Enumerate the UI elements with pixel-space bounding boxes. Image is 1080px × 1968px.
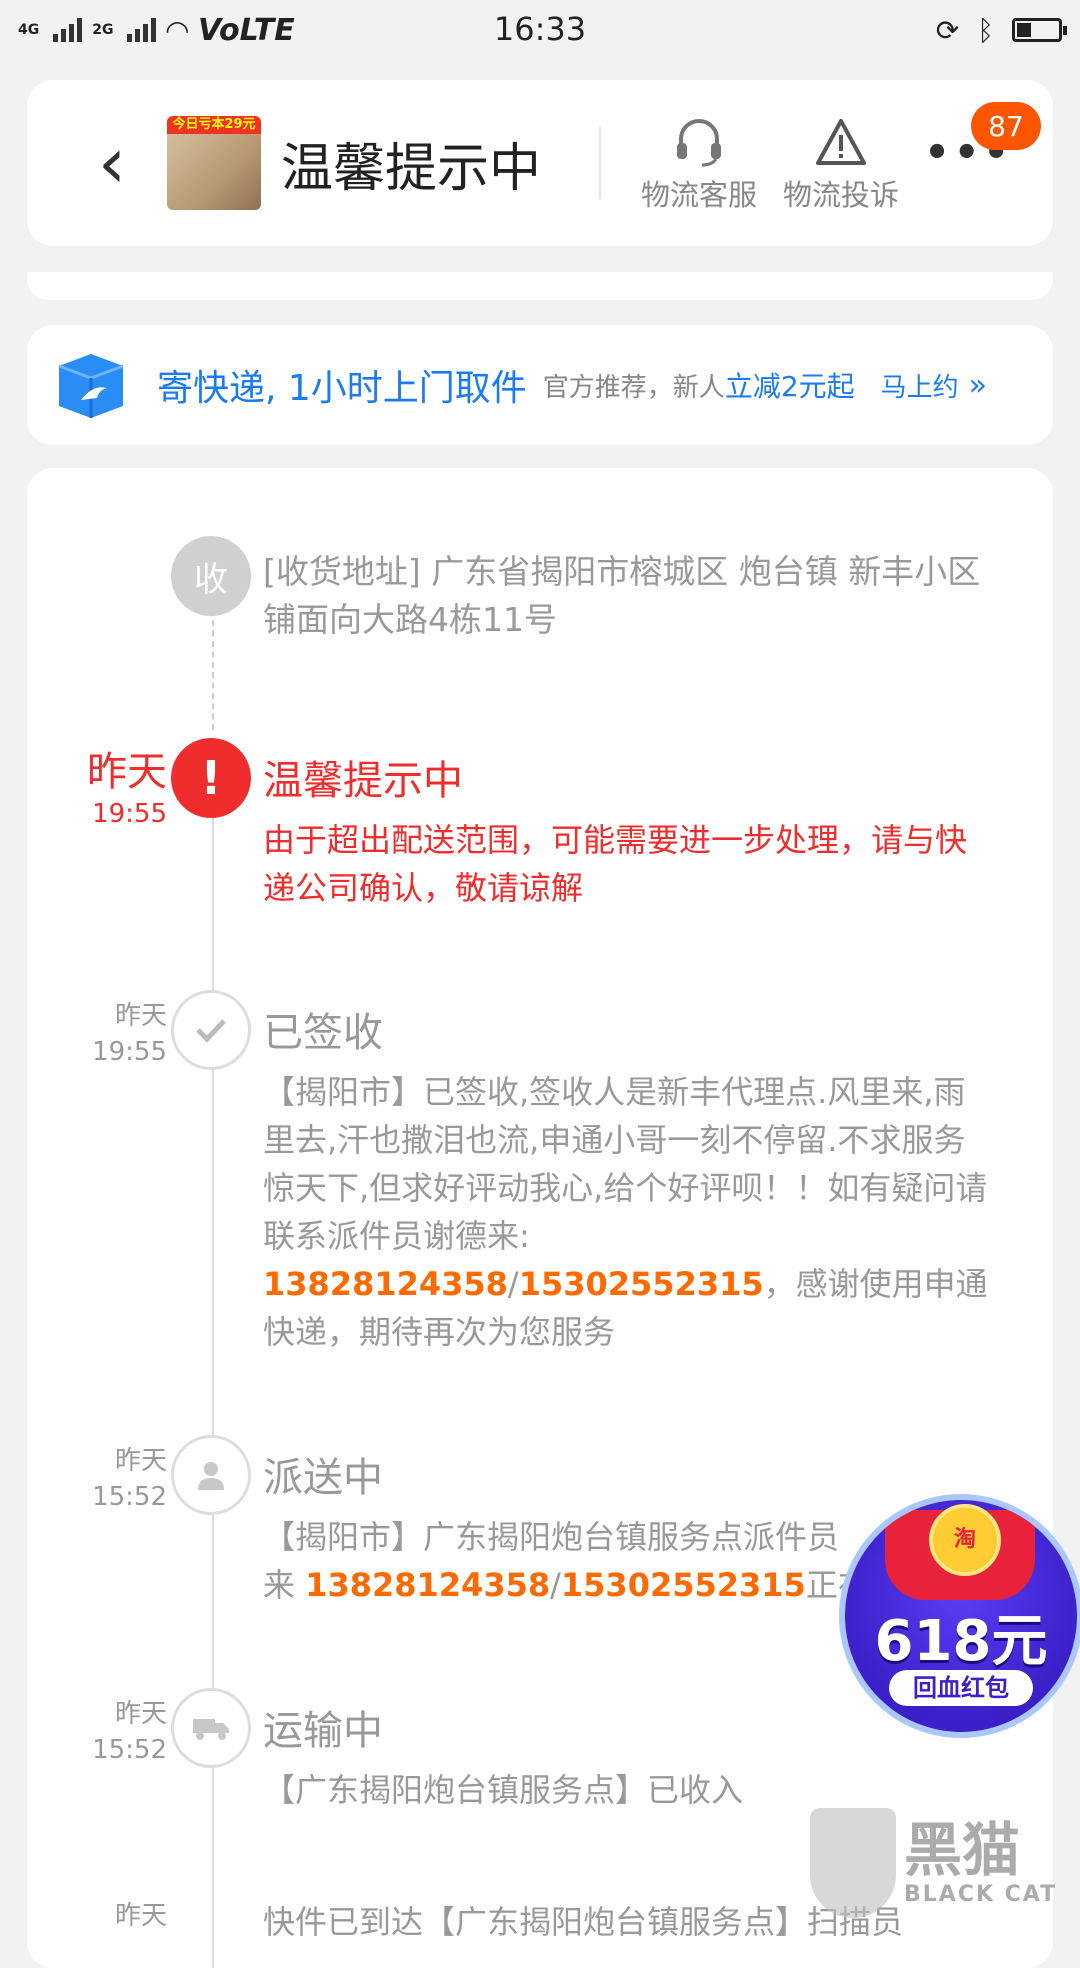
event-title: 温馨提示中 xyxy=(263,758,463,804)
event-date: 昨天 15:52 xyxy=(27,1443,167,1515)
event-title: 运输中 xyxy=(263,1708,383,1754)
logistics-service-label: 物流客服 xyxy=(641,178,758,212)
event-title: 派送中 xyxy=(263,1455,383,1501)
event-time: 15:52 xyxy=(92,1482,167,1512)
red-packet-float-button[interactable]: 淘 618元 回血红包 xyxy=(845,1500,1077,1732)
phone-separator: / xyxy=(550,1566,561,1604)
warning-icon xyxy=(814,112,868,172)
courier-phone-link[interactable]: 13828124358 xyxy=(305,1566,550,1604)
courier-phone-link[interactable]: 13828124358 xyxy=(263,1265,508,1303)
collapsed-card-edge xyxy=(27,272,1053,300)
timeline-dashed-connector xyxy=(212,610,214,730)
logistics-timeline: 收 [收货地址] 广东省揭阳市榕城区 炮台镇 新丰小区铺面向大路4栋11号 昨天… xyxy=(27,468,1053,1968)
notification-badge: 87 xyxy=(971,102,1041,150)
express-promo-banner[interactable]: 寄快递, 1小时上门取件 官方推荐，新人 立减2元起 马上约 » xyxy=(27,325,1053,445)
watermark-small: BLACK CAT xyxy=(904,1882,1058,1907)
courier-person-icon xyxy=(171,1435,251,1515)
truck-icon xyxy=(171,1688,251,1768)
logistics-complaint-button[interactable]: 物流投诉 xyxy=(783,112,899,214)
event-date: 昨天 19:55 xyxy=(27,998,167,1070)
logistics-service-button[interactable]: 物流客服 xyxy=(641,112,757,214)
event-date: 昨天 15:52 xyxy=(27,1696,167,1768)
phone-separator: / xyxy=(507,1265,519,1303)
watermark-big: 黑猫 xyxy=(904,1816,1021,1884)
event-time: 15:52 xyxy=(92,1735,167,1765)
book-now-link[interactable]: 马上约 xyxy=(881,367,959,404)
event-text: 来 xyxy=(263,1566,296,1604)
red-packet-label: 回血红包 xyxy=(889,1670,1033,1706)
promo-discount-text: 立减2元起 xyxy=(724,370,855,403)
address-node: 收 xyxy=(171,536,251,616)
event-date: 昨天 xyxy=(27,1898,167,1934)
chevron-left-icon: ‹ xyxy=(98,122,126,204)
event-text: 【揭阳市】已签收,签收人是新丰代理点.风里来,雨里去,汗也撒泪也流,申通小哥一刻… xyxy=(263,1073,988,1255)
event-day: 昨天 xyxy=(114,1001,167,1031)
header-bar: ‹ 今日亏本29元 温馨提示中 物流客服 物流投诉 ••• 87 xyxy=(27,80,1053,246)
double-chevron-right-icon: » xyxy=(968,367,988,403)
courier-phone-link[interactable]: 15302552315 xyxy=(561,1566,806,1604)
status-bar: 4G 2G ◠ VoLTE 16:33 ⟳ ᛒ xyxy=(0,0,1080,60)
event-time: 19:55 xyxy=(92,1037,167,1067)
event-day: 昨天 xyxy=(114,1446,167,1476)
black-cat-watermark: 黑猫 BLACK CAT xyxy=(810,1805,1080,1920)
coin-icon: 淘 xyxy=(929,1504,1001,1576)
event-time: 19:55 xyxy=(92,799,167,829)
check-icon xyxy=(171,990,251,1070)
watermark-text: 黑猫 BLACK CAT xyxy=(904,1818,1057,1907)
event-description: 由于超出配送范围，可能需要进一步处理，请与快递公司确认，敬请谅解 xyxy=(263,821,968,907)
promo-sub-text: 官方推荐，新人 xyxy=(542,372,725,403)
headset-icon xyxy=(672,112,726,172)
event-day: 昨天 xyxy=(87,749,167,795)
event-day: 昨天 xyxy=(114,1901,167,1931)
delivery-address: [收货地址] 广东省揭阳市榕城区 炮台镇 新丰小区铺面向大路4栋11号 xyxy=(263,552,981,639)
courier-phone-link[interactable]: 15302552315 xyxy=(519,1265,764,1303)
thumbnail-tag: 今日亏本29元 xyxy=(167,116,261,134)
address-node-label: 收 xyxy=(194,559,228,600)
promo-main-text: 寄快递, 1小时上门取件 xyxy=(157,368,527,409)
header-divider xyxy=(599,127,602,199)
logistics-complaint-label: 物流投诉 xyxy=(783,178,900,212)
page-title: 温馨提示中 xyxy=(281,138,542,199)
product-thumbnail[interactable]: 今日亏本29元 xyxy=(167,116,261,210)
back-button[interactable]: ‹ xyxy=(67,80,157,246)
battery-icon xyxy=(1012,18,1067,42)
event-description: 【揭阳市】已签收,签收人是新丰代理点.风里来,雨里去,汗也撒泪也流,申通小哥一刻… xyxy=(263,1068,993,1356)
clock: 16:33 xyxy=(493,10,587,48)
event-date: 昨天 19:55 xyxy=(27,748,167,832)
parcel-box-icon xyxy=(51,348,131,422)
event-title: 已签收 xyxy=(263,1010,383,1056)
timeline-line xyxy=(212,738,214,1968)
alert-icon: ! xyxy=(171,738,251,818)
cat-shield-logo xyxy=(810,1807,896,1918)
event-day: 昨天 xyxy=(114,1699,167,1729)
red-packet-amount: 618元 xyxy=(874,1609,1048,1674)
event-text: 【揭阳市】广东揭阳炮台镇服务点派件员 xyxy=(263,1518,840,1556)
